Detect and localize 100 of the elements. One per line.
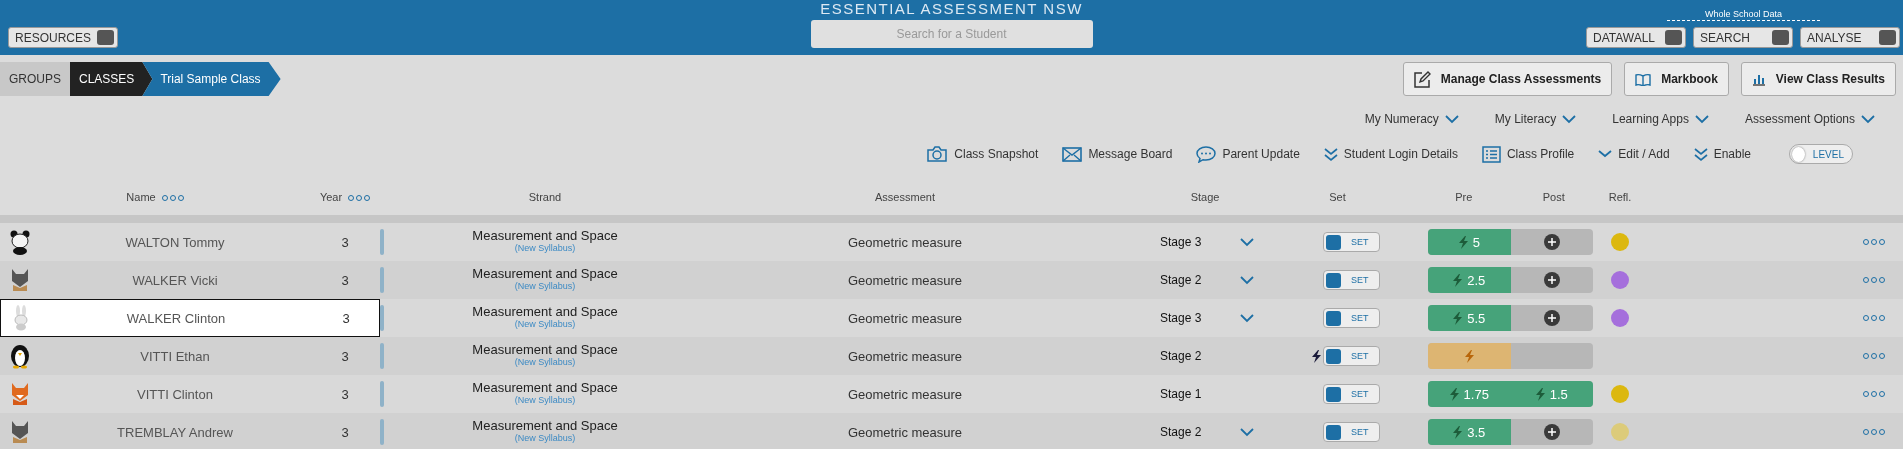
dropdown-menu[interactable]: My Numeracy xyxy=(1364,112,1459,126)
add-icon[interactable] xyxy=(1543,310,1560,326)
selected-student-cell[interactable]: WALKER Clinton 3 xyxy=(0,299,380,337)
chevron-down-icon[interactable] xyxy=(1240,237,1254,247)
year-cell-text: 3 xyxy=(340,272,350,288)
stage-cell-text: Stage 2 xyxy=(1159,273,1203,287)
dropdown-menu[interactable]: My Literacy xyxy=(1494,112,1577,126)
lightning-icon xyxy=(1453,273,1463,287)
student-name: WALKER Clinton xyxy=(125,310,227,326)
student-cell[interactable]: VITTI Ethan 3 xyxy=(0,337,380,375)
table-row[interactable]: VITTI Ethan 3 Measurement and Space (New Syllabus) Geometric measure Stage 2 SET xyxy=(0,337,1903,375)
year-cell-text: 3 xyxy=(340,424,350,440)
section-label: Whole School Data xyxy=(1666,9,1820,21)
toolbar-action[interactable]: Student Login Details xyxy=(1323,146,1458,162)
table-row[interactable]: TREMBLAY Andrew 3 Measurement and Space (New Syllabus) Geometric measure Stage 2 SET 3.5 xyxy=(0,413,1903,449)
book-icon xyxy=(1635,72,1652,86)
set-toggle[interactable]: SET xyxy=(1323,384,1380,404)
strand-cell: Measurement and Space xyxy=(472,420,618,432)
wolf-icon xyxy=(9,419,31,445)
lightning-icon xyxy=(1458,235,1468,249)
class-button[interactable]: Markbook xyxy=(1624,62,1729,96)
lightning-icon xyxy=(1449,387,1459,401)
assessment-cell-text: Geometric measure xyxy=(846,348,964,364)
table-row[interactable]: WALKER Vicki 3 Measurement and Space (New Syllabus) Geometric measure Stage 2 SET 2.5 xyxy=(0,261,1903,299)
add-icon[interactable] xyxy=(1543,234,1560,250)
chevron-down-icon[interactable] xyxy=(1694,114,1709,124)
dropdown-menu[interactable]: Learning Apps xyxy=(1612,112,1709,126)
score-value: 2.5 xyxy=(1467,272,1486,288)
wolf-icon xyxy=(9,267,31,293)
chevron-down-icon xyxy=(1598,149,1613,159)
toolbar-action[interactable]: Class Snapshot xyxy=(926,145,1039,163)
search-field[interactable]: Search for a Student xyxy=(810,20,1093,48)
syllabus-note: (New Syllabus) xyxy=(514,318,576,330)
year-cell-text: 3 xyxy=(340,234,350,250)
breadcrumb-item[interactable]: CLASSES xyxy=(70,62,153,96)
chevron-down-icon[interactable] xyxy=(1562,114,1577,124)
lightning-icon xyxy=(1453,425,1463,439)
app-title: ESSENTIAL ASSESSMENT NSW xyxy=(820,0,1083,17)
breadcrumb-item[interactable]: Trial Sample Class xyxy=(142,62,281,96)
toolbar-action[interactable]: Parent Update xyxy=(1196,145,1300,163)
column-header: Strand xyxy=(527,190,563,203)
year-cell-text: 3 xyxy=(340,386,350,402)
toolbar-action[interactable]: Class Profile xyxy=(1481,145,1575,163)
assessment-cell-text: Geometric measure xyxy=(846,310,964,326)
nav-button[interactable]: ANALYSE xyxy=(1800,27,1900,48)
add-icon[interactable] xyxy=(1543,424,1560,440)
chevron-down-icon[interactable] xyxy=(1240,275,1254,285)
column-header: Assessment xyxy=(874,190,936,203)
toolbar-action[interactable]: Message Board xyxy=(1062,146,1173,162)
add-icon[interactable] xyxy=(1543,272,1560,288)
stage-cell-text: Stage 3 xyxy=(1159,235,1203,249)
chevron-down-icon[interactable] xyxy=(1240,427,1254,437)
strand-cell: Measurement and Space xyxy=(472,344,618,356)
stage-cell-text: Stage 1 xyxy=(1159,387,1203,401)
envelope-icon xyxy=(1062,146,1083,162)
set-toggle[interactable]: SET xyxy=(1323,346,1380,366)
nav-button[interactable]: DATAWALL xyxy=(1586,27,1686,48)
student-cell[interactable]: VITTI Clinton 3 xyxy=(0,375,380,413)
list-icon xyxy=(1481,145,1501,163)
set-toggle[interactable]: SET xyxy=(1323,270,1380,290)
syllabus-note: (New Syllabus) xyxy=(514,242,576,254)
chevron-down-icon[interactable] xyxy=(1861,114,1875,124)
column-header: Refl. xyxy=(1607,190,1633,203)
syllabus-note: (New Syllabus) xyxy=(514,432,576,444)
lightning-icon xyxy=(1464,349,1474,363)
breadcrumb-item[interactable]: GROUPS xyxy=(0,62,70,96)
student-cell[interactable]: TREMBLAY Andrew 3 xyxy=(0,413,380,449)
column-header: Name xyxy=(126,190,156,203)
set-toggle[interactable]: SET xyxy=(1323,422,1380,442)
class-button[interactable]: Manage Class Assessments xyxy=(1402,62,1613,96)
student-cell[interactable]: WALTON Tommy 3 xyxy=(0,223,380,261)
assessment-cell-text: Geometric measure xyxy=(846,234,964,250)
chevron-down-icon[interactable] xyxy=(1444,114,1459,124)
panda-icon xyxy=(9,229,31,255)
level-toggle[interactable]: LEVEL xyxy=(1789,144,1853,164)
score-value: 5.5 xyxy=(1467,310,1486,326)
toolbar-action[interactable]: Enable xyxy=(1693,146,1751,162)
chevron-down-icon[interactable] xyxy=(1240,313,1254,323)
strand-cell: Measurement and Space xyxy=(472,306,618,318)
student-name: WALKER Vicki xyxy=(131,272,219,288)
student-name: WALTON Tommy xyxy=(124,234,226,250)
bar-chart-icon xyxy=(1751,72,1766,86)
set-toggle[interactable]: SET xyxy=(1323,308,1380,328)
score-value: 5 xyxy=(1472,234,1480,250)
assessment-cell-text: Geometric measure xyxy=(846,424,964,440)
score-value: 1.5 xyxy=(1549,386,1568,402)
stage-cell-text: Stage 2 xyxy=(1159,349,1203,363)
speech-bubble-icon xyxy=(1196,145,1217,163)
lightning-icon xyxy=(1453,311,1463,325)
resources-button[interactable]: RESOURCES xyxy=(8,27,118,48)
nav-button[interactable]: SEARCH xyxy=(1693,27,1793,48)
double-chevron-icon xyxy=(1693,146,1708,162)
toolbar-action[interactable]: Edit / Add xyxy=(1598,147,1670,161)
student-cell[interactable]: WALKER Vicki 3 xyxy=(0,261,380,299)
dropdown-menu[interactable]: Assessment Options xyxy=(1744,112,1875,126)
strand-cell: Measurement and Space xyxy=(472,230,618,242)
year-cell-text: 3 xyxy=(340,348,350,364)
score-value: 3.5 xyxy=(1467,424,1486,440)
class-button[interactable]: View Class Results xyxy=(1740,62,1896,96)
set-toggle[interactable]: SET xyxy=(1323,232,1380,252)
